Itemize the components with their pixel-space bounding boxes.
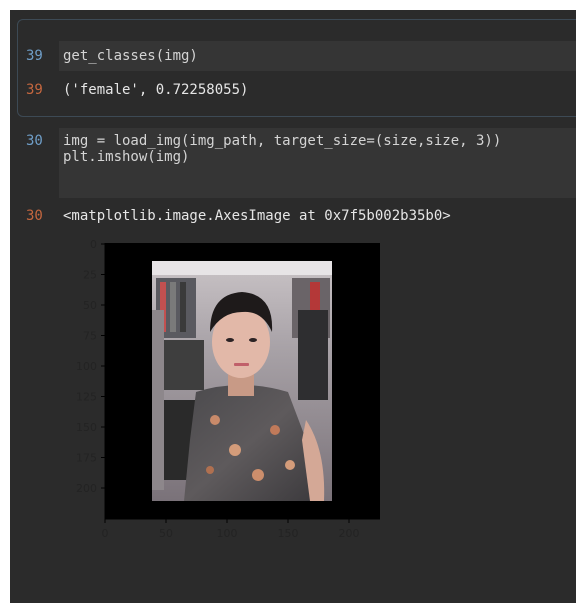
- y-tick-label: 100: [76, 360, 97, 373]
- y-tick-label: 175: [76, 452, 97, 465]
- y-axis: 0 25 50 75 100 125 150 175 200: [76, 238, 106, 519]
- y-tick-label: 0: [90, 238, 97, 251]
- y-tick-label: 125: [76, 391, 97, 404]
- y-tick-label: 150: [76, 421, 97, 434]
- notebook-panel: 39 get_classes(img) 39 ('female', 0.7225…: [10, 10, 576, 603]
- x-tick-label: 150: [278, 527, 299, 540]
- y-tick-label: 75: [83, 330, 97, 343]
- displayed-photo: [152, 261, 332, 501]
- y-tick-label: 25: [83, 269, 97, 282]
- x-tick-label: 100: [217, 527, 238, 540]
- imshow-plot: 0 25 50 75 100 125 150 175 200 0 50 100 150 200: [76, 238, 380, 540]
- x-tick-label: 200: [339, 527, 360, 540]
- x-tick-label: 0: [102, 527, 109, 540]
- x-axis: 0 50 100 150 200: [102, 518, 380, 540]
- y-tick-label: 200: [76, 482, 97, 495]
- y-tick-label: 50: [83, 299, 97, 312]
- x-tick-label: 50: [159, 527, 173, 540]
